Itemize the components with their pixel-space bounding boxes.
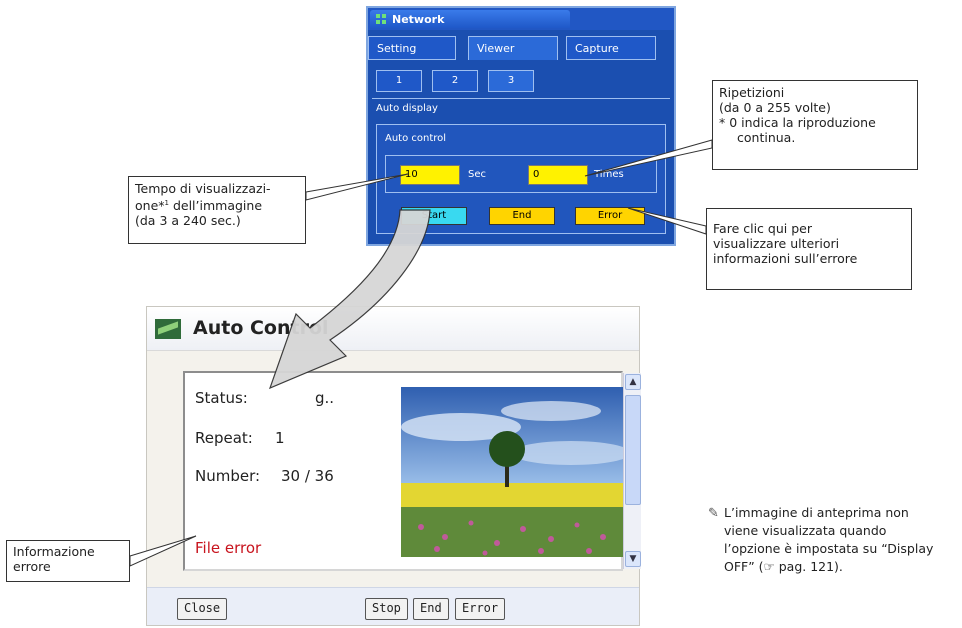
network-tabs: Setting Viewer Capture — [368, 36, 674, 64]
end-button[interactable]: End — [489, 207, 555, 225]
callout-error-click-line: visualizzare ulteriori — [713, 236, 840, 251]
scroll-thumb[interactable] — [625, 395, 641, 505]
subtab-1[interactable]: 1 — [376, 70, 422, 92]
landscape-photo — [401, 387, 623, 557]
auto-control-titlebar: Auto Control — [147, 307, 639, 351]
callout-error-click-line: informazioni sull’errore — [713, 251, 858, 266]
preview-image — [401, 387, 623, 557]
tab-setting[interactable]: Setting — [368, 36, 456, 60]
preview-note: ✎ L’immagine di anteprima non viene visu… — [708, 504, 960, 576]
note-line: viene visualizzata quando — [724, 523, 887, 538]
subtab-2[interactable]: 2 — [432, 70, 478, 92]
auto-display-label: Auto display — [372, 98, 670, 118]
callout-error-info-line: Informazione — [13, 544, 95, 559]
scroll-down-icon[interactable]: ▼ — [625, 551, 641, 567]
note-line: OFF” (☞ pag. 121). — [724, 559, 843, 574]
subtab-3[interactable]: 3 — [488, 70, 534, 92]
time-unit-label: Sec — [468, 169, 486, 180]
stop-button[interactable]: Stop — [365, 598, 408, 620]
callout-display-time-line: (da 3 a 240 sec.) — [135, 213, 241, 229]
auto-control-box: Auto control 10 Sec 0 Times Start End Er… — [376, 124, 666, 234]
callout-repetitions-line: * 0 indica la riproduzione — [719, 115, 876, 130]
repeat-unit-label: Times — [594, 169, 624, 180]
network-dots-icon — [376, 14, 386, 24]
network-titlebar: Network — [368, 8, 674, 30]
scroll-up-icon[interactable]: ▲ — [625, 374, 641, 390]
auto-control-label: Auto control — [385, 133, 447, 144]
callout-repetitions-line: (da 0 a 255 volte) — [719, 100, 831, 115]
callout-error-info: Informazione errore — [6, 540, 130, 582]
tab-viewer[interactable]: Viewer — [468, 36, 558, 60]
auto-control-window: Auto Control Status: g.. Repeat: 1 Numbe… — [146, 306, 641, 626]
note-line: l’opzione è impostata su “Display — [724, 541, 934, 556]
callout-display-time: Tempo di visualizzazi- one*1 dell’immagi… — [128, 176, 306, 244]
close-button[interactable]: Close — [177, 598, 228, 620]
network-title-tab: Network — [370, 10, 570, 28]
status-label: Status: — [195, 389, 248, 407]
file-error-text: File error — [195, 539, 262, 557]
auto-control-status-panel: Status: g.. Repeat: 1 Number: 30 / 36 Fi… — [183, 371, 641, 571]
error-button[interactable]: Error — [575, 207, 645, 225]
repeat-value: 1 — [275, 429, 285, 447]
auto-control-inputs: 10 Sec 0 Times — [385, 155, 657, 193]
number-label: Number: — [195, 467, 261, 485]
auto-control-bottombar: Close Stop End Error — [147, 587, 639, 625]
callout-repetitions-line: Ripetizioni — [719, 85, 785, 100]
callout-text: one* — [135, 198, 165, 214]
network-settings-panel: Network Setting Viewer Capture 1 2 3 Aut… — [366, 6, 676, 246]
callout-error-click: Fare clic qui per visualizzare ulteriori… — [706, 208, 912, 290]
end-button-window[interactable]: End — [413, 598, 449, 620]
error-button-window[interactable]: Error — [455, 598, 506, 620]
network-title: Network — [392, 13, 445, 26]
callout-display-time-line2: one*1 dell’immagine — [135, 196, 299, 213]
tab-capture[interactable]: Capture — [566, 36, 656, 60]
pencil-icon: ✎ — [708, 506, 719, 521]
start-button[interactable]: Start — [401, 207, 467, 225]
auto-control-title: Auto Control — [193, 317, 329, 339]
display-time-input[interactable]: 10 — [400, 165, 460, 185]
app-logo-icon — [155, 319, 181, 339]
callout-repetitions: Ripetizioni (da 0 a 255 volte) * 0 indic… — [712, 80, 918, 170]
status-value: g.. — [315, 389, 335, 407]
repeat-label: Repeat: — [195, 429, 253, 447]
note-line: L’immagine di anteprima non — [724, 505, 909, 520]
callout-repetitions-line: continua. — [737, 130, 796, 145]
callout-error-info-line: errore — [13, 559, 51, 574]
callout-text: dell’immagine — [168, 198, 263, 214]
number-value: 30 / 36 — [281, 467, 334, 485]
repeat-count-input[interactable]: 0 — [528, 165, 588, 185]
callout-error-click-line: Fare clic qui per — [713, 221, 812, 236]
vertical-scrollbar[interactable]: ▲ ▼ — [623, 373, 641, 569]
callout-display-time-line: Tempo di visualizzazi- — [135, 181, 271, 196]
